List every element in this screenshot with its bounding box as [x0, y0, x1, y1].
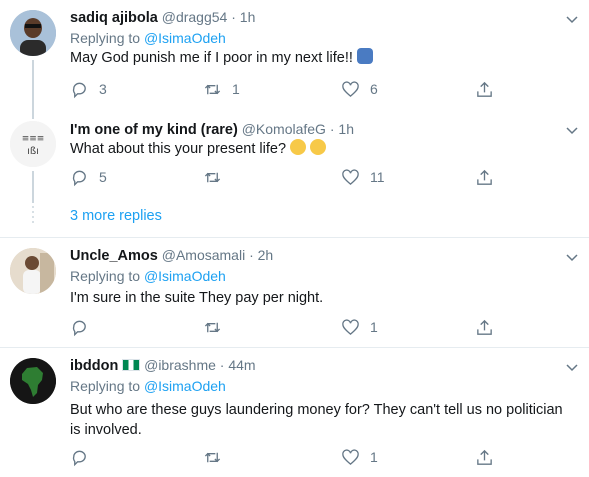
chevron-down-icon[interactable] — [564, 11, 580, 27]
tweet-actions: 3 1 6 — [70, 79, 500, 99]
timestamp[interactable]: 1h — [338, 121, 354, 137]
thread-line — [32, 113, 34, 119]
tweet-actions: 1 — [70, 317, 500, 337]
tweet-komolafeg[interactable]: ≡≡≡ ıßı I'm one of my kind (rare) @Komol… — [0, 113, 589, 238]
avatar[interactable]: ≡≡≡ ıßı — [10, 121, 56, 167]
share-button[interactable] — [475, 79, 494, 99]
replying-to: Replying to @IsimaOdeh — [70, 29, 226, 47]
retweet-button[interactable] — [203, 447, 232, 467]
tweet-ibddon[interactable]: ibddon @ibrashme · 44m Replying to @Isim… — [0, 348, 589, 477]
retweet-icon — [204, 84, 221, 94]
heart-icon — [342, 80, 359, 97]
reply-count: 3 — [99, 81, 107, 97]
retweet-icon — [204, 452, 221, 462]
share-icon — [477, 81, 492, 97]
replying-label: Replying to — [70, 268, 141, 284]
retweet-button[interactable] — [203, 167, 232, 187]
handle[interactable]: @dragg54 — [162, 9, 228, 25]
timestamp[interactable]: 2h — [258, 247, 274, 263]
tweet-header: sadiq ajibola @dragg54 · 1h — [70, 8, 255, 27]
retweet-button[interactable] — [203, 317, 232, 337]
reply-button[interactable] — [70, 447, 99, 467]
thread-line — [32, 171, 34, 203]
separator: · — [329, 121, 335, 137]
like-button[interactable]: 6 — [341, 79, 378, 99]
reply-icon — [72, 320, 86, 336]
reply-icon — [72, 450, 86, 466]
reply-icon — [72, 82, 86, 98]
separator: · — [231, 9, 236, 25]
heart-icon — [342, 168, 359, 185]
svg-text:≡≡≡: ≡≡≡ — [22, 134, 45, 144]
tears-of-joy-emoji-icon — [310, 139, 327, 155]
display-name[interactable]: I'm one of my kind (rare) — [70, 122, 238, 138]
like-count: 1 — [370, 449, 378, 465]
share-button[interactable] — [475, 447, 494, 467]
share-icon — [477, 169, 492, 185]
reply-icon — [72, 170, 86, 186]
tweet-uncle-amos[interactable]: Uncle_Amos @Amosamali · 2h Replying to @… — [0, 238, 589, 347]
separator: · — [219, 357, 225, 373]
tweet-text: But who are these guys laundering money … — [70, 402, 563, 438]
like-button[interactable]: 1 — [341, 317, 378, 337]
mention-link[interactable]: @IsimaOdeh — [144, 30, 226, 46]
heart-icon — [342, 448, 359, 465]
facepalm-emoji-icon — [356, 48, 373, 64]
retweet-count: 1 — [232, 81, 240, 97]
tweet-actions: 1 — [70, 447, 500, 467]
thread-line — [32, 60, 34, 113]
reply-button[interactable]: 3 — [70, 79, 107, 99]
avatar[interactable] — [10, 10, 56, 56]
tweet-sadiq-ajibola[interactable]: sadiq ajibola @dragg54 · 1h Replying to … — [0, 0, 589, 113]
tweet-text: What about this your present life? — [70, 139, 327, 159]
mention-link[interactable]: @IsimaOdeh — [144, 378, 226, 394]
like-button[interactable]: 11 — [341, 167, 385, 187]
share-icon — [477, 449, 492, 465]
display-name[interactable]: ibddon — [70, 358, 118, 374]
svg-text:ıßı: ıßı — [27, 146, 39, 157]
more-replies-link[interactable]: 3 more replies — [70, 208, 162, 224]
replying-label: Replying to — [70, 30, 141, 46]
tweet-header: I'm one of my kind (rare) @KomolafeG · 1… — [70, 120, 354, 139]
retweet-icon — [204, 172, 221, 182]
handle[interactable]: @Amosamali — [162, 247, 245, 263]
like-count: 1 — [370, 319, 378, 335]
tears-of-joy-emoji-icon — [290, 139, 307, 155]
retweet-icon — [204, 322, 221, 332]
timestamp[interactable]: 1h — [240, 9, 256, 25]
replying-to: Replying to @IsimaOdeh — [70, 377, 226, 395]
heart-icon — [342, 318, 359, 335]
handle[interactable]: @KomolafeG — [242, 121, 326, 137]
avatar[interactable] — [10, 248, 56, 294]
reply-button[interactable] — [70, 317, 99, 337]
tweet-header: ibddon @ibrashme · 44m — [70, 356, 256, 375]
share-button[interactable] — [475, 167, 494, 187]
timestamp[interactable]: 44m — [228, 357, 255, 373]
mention-link[interactable]: @IsimaOdeh — [144, 268, 226, 284]
separator: · — [249, 247, 254, 263]
thread-dots — [32, 206, 34, 226]
display-name[interactable]: sadiq ajibola — [70, 10, 158, 26]
tweet-text: May God punish me if I poor in my next l… — [70, 48, 373, 68]
chevron-down-icon[interactable] — [564, 122, 580, 138]
replying-to: Replying to @IsimaOdeh — [70, 267, 226, 285]
reply-button[interactable]: 5 — [70, 167, 107, 187]
avatar[interactable] — [10, 358, 56, 404]
share-button[interactable] — [475, 317, 494, 337]
tweet-actions: 5 11 — [70, 167, 500, 187]
like-count: 6 — [370, 81, 378, 97]
tweet-header: Uncle_Amos @Amosamali · 2h — [70, 246, 273, 265]
retweet-button[interactable]: 1 — [203, 79, 240, 99]
chevron-down-icon[interactable] — [564, 249, 580, 265]
like-button[interactable]: 1 — [341, 447, 378, 467]
share-icon — [477, 319, 492, 335]
replying-label: Replying to — [70, 378, 141, 394]
reply-count: 5 — [99, 169, 107, 185]
tweet-text: I'm sure in the suite They pay per night… — [70, 290, 324, 306]
handle[interactable]: @ibrashme — [144, 357, 216, 373]
nigeria-flag-icon — [122, 359, 141, 371]
like-count: 11 — [370, 169, 385, 185]
display-name[interactable]: Uncle_Amos — [70, 248, 158, 264]
chevron-down-icon[interactable] — [564, 359, 580, 375]
